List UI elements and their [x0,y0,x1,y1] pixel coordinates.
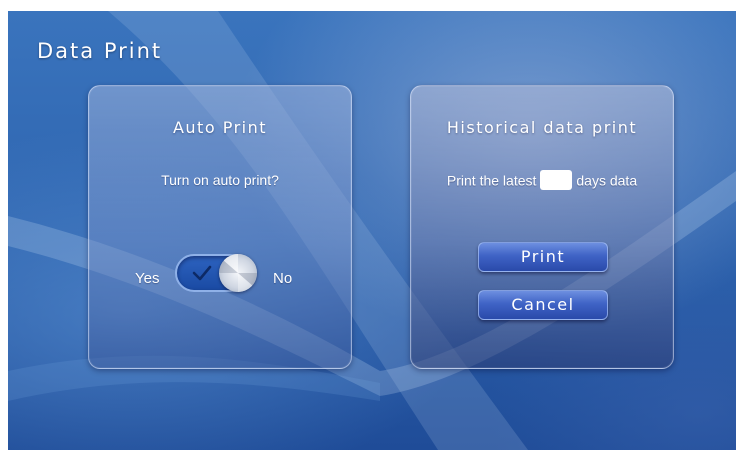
knob-shine [219,254,257,292]
print-button[interactable]: Print [478,242,608,272]
latest-suffix-label: days data [576,172,638,189]
screen-background: Data Print Auto Print Turn on auto print… [8,11,736,450]
days-input[interactable] [540,170,573,190]
historical-print-heading: Historical data print [446,118,638,137]
check-icon [192,265,212,281]
yes-label: Yes [135,270,160,287]
latest-prefix-label: Print the latest [446,172,537,189]
historical-print-panel: Historical data print Print the latest da… [410,85,674,369]
page-title: Data Print [37,39,163,63]
auto-print-toggle[interactable] [175,254,257,292]
latest-days-row: Print the latest days data [411,170,673,192]
no-label: No [273,270,293,287]
auto-print-panel: Auto Print Turn on auto print? Yes No [88,85,352,369]
cancel-button[interactable]: Cancel [478,290,608,320]
auto-print-heading: Auto Print [172,118,268,137]
auto-print-prompt: Turn on auto print? [161,172,279,188]
toggle-knob-icon[interactable] [219,254,257,292]
